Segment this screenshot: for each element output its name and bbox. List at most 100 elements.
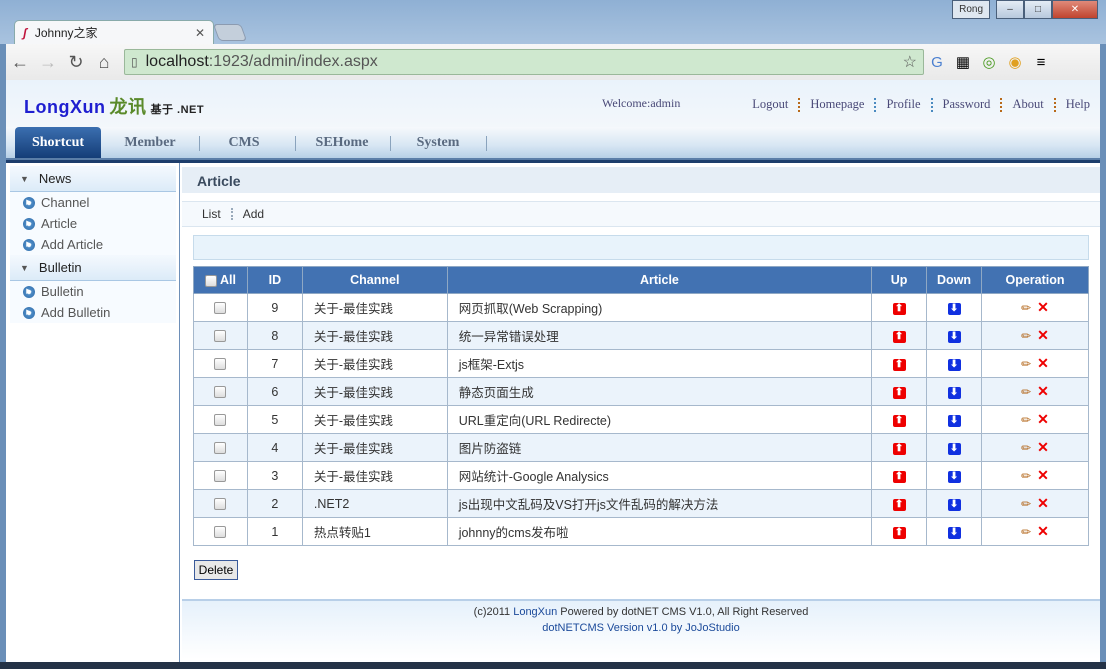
delete-x-icon[interactable]: ✕ [1037, 327, 1049, 343]
move-down-icon[interactable]: ⬇ [947, 303, 961, 315]
row-article[interactable]: 静态页面生成 [446, 377, 873, 406]
row-checkbox[interactable] [214, 442, 227, 455]
move-up-icon[interactable]: ⬆ [892, 387, 906, 399]
row-article[interactable]: URL重定向(URL Redirecte) [446, 405, 873, 434]
move-up-icon[interactable]: ⬆ [892, 331, 906, 343]
row-checkbox[interactable] [214, 386, 227, 399]
close-tab-icon[interactable]: ✕ [195, 26, 205, 40]
row-checkbox[interactable] [214, 414, 227, 427]
sidebar-item-article[interactable]: ▶ Article [10, 213, 176, 234]
move-down-icon[interactable]: ⬇ [947, 359, 961, 371]
home-icon[interactable]: ⌂ [90, 52, 118, 73]
forward-icon[interactable]: → [34, 52, 62, 73]
nav-tab-member[interactable]: Member [106, 127, 194, 158]
help-link[interactable]: Help [1056, 97, 1090, 112]
delete-x-icon[interactable]: ✕ [1037, 355, 1049, 371]
password-link[interactable]: Password [933, 97, 1001, 112]
new-tab-button[interactable] [212, 24, 248, 41]
row-operation: ✏ ✕ [981, 461, 1089, 490]
row-article[interactable]: js框架-Extjs [446, 349, 873, 378]
row-checkbox[interactable] [214, 358, 227, 371]
delete-x-icon[interactable]: ✕ [1037, 467, 1049, 483]
edit-pencil-icon[interactable]: ✏ [1021, 329, 1031, 343]
row-article[interactable]: 统一异常错误处理 [446, 321, 873, 350]
list-link[interactable]: List [202, 207, 221, 221]
row-checkbox[interactable] [214, 330, 227, 343]
menu-icon[interactable]: ≡ [1028, 54, 1054, 71]
delete-x-icon[interactable]: ✕ [1037, 299, 1049, 315]
extension-icon[interactable]: ◎ [976, 53, 1002, 71]
copyright: (c)2011 LongXun Powered by dotNET CMS V1… [182, 604, 1100, 620]
row-article[interactable]: johnny的cms发布啦 [446, 517, 873, 546]
homepage-link[interactable]: Homepage [800, 97, 874, 112]
maximize-button[interactable]: □ [1024, 0, 1052, 19]
row-checkbox[interactable] [214, 302, 227, 315]
about-link[interactable]: About [1002, 97, 1053, 112]
back-icon[interactable]: ← [6, 52, 34, 73]
nav-tab-system[interactable]: System [390, 127, 486, 158]
edit-pencil-icon[interactable]: ✏ [1021, 385, 1031, 399]
profile-link[interactable]: Profile [876, 97, 930, 112]
sidebar-item-bulletin[interactable]: ▶ Bulletin [10, 281, 176, 302]
select-all-checkbox[interactable] [204, 274, 217, 287]
edit-pencil-icon[interactable]: ✏ [1021, 413, 1031, 427]
move-down-icon[interactable]: ⬇ [947, 387, 961, 399]
bookmark-star-icon[interactable]: ☆ [903, 52, 917, 72]
move-down-icon[interactable]: ⬇ [947, 415, 961, 427]
row-article[interactable]: 网页抓取(Web Scrapping) [446, 293, 873, 322]
edit-pencil-icon[interactable]: ✏ [1021, 469, 1031, 483]
move-down-icon[interactable]: ⬇ [947, 499, 961, 511]
sidebar-group-news[interactable]: ▼ News [10, 166, 176, 192]
col-all: All [219, 273, 236, 287]
translate-icon[interactable]: G [924, 54, 950, 71]
select-all-header[interactable]: All [193, 266, 248, 294]
move-down-icon[interactable]: ⬇ [947, 443, 961, 455]
nav-tab-cms[interactable]: CMS [199, 127, 289, 158]
delete-x-icon[interactable]: ✕ [1037, 495, 1049, 511]
minimize-button[interactable]: – [996, 0, 1024, 19]
move-up-icon[interactable]: ⬆ [892, 527, 906, 539]
move-down-icon[interactable]: ⬇ [947, 331, 961, 343]
delete-x-icon[interactable]: ✕ [1037, 439, 1049, 455]
move-up-icon[interactable]: ⬆ [892, 359, 906, 371]
nav-tab-sehome[interactable]: SEHome [295, 127, 389, 158]
move-up-icon[interactable]: ⬆ [892, 471, 906, 483]
edit-pencil-icon[interactable]: ✏ [1021, 357, 1031, 371]
row-article[interactable]: 图片防盗链 [446, 433, 873, 462]
move-up-icon[interactable]: ⬆ [892, 415, 906, 427]
add-link[interactable]: Add [243, 207, 264, 221]
qr-code-icon[interactable]: ▦ [950, 53, 976, 71]
top-links: Logout Homepage Profile Password About H… [742, 97, 1090, 112]
sidebar-group-bulletin[interactable]: ▼ Bulletin [10, 255, 176, 281]
edit-pencil-icon[interactable]: ✏ [1021, 301, 1031, 315]
move-up-icon[interactable]: ⬆ [892, 499, 906, 511]
arrow-circle-icon: ▶ [23, 238, 35, 251]
edit-pencil-icon[interactable]: ✏ [1021, 441, 1031, 455]
logout-link[interactable]: Logout [742, 97, 798, 112]
edit-pencil-icon[interactable]: ✏ [1021, 525, 1031, 539]
browser-tab[interactable]: ʃ Johnny之家 ✕ [14, 20, 214, 44]
delete-button[interactable]: Delete [194, 560, 238, 580]
delete-x-icon[interactable]: ✕ [1037, 411, 1049, 427]
row-checkbox[interactable] [214, 470, 227, 483]
sidebar-item-add-bulletin[interactable]: ▶ Add Bulletin [10, 302, 176, 323]
copyright-brand: LongXun [513, 606, 558, 618]
sidebar-item-add-article[interactable]: ▶ Add Article [10, 234, 176, 255]
move-up-icon[interactable]: ⬆ [892, 443, 906, 455]
edit-pencil-icon[interactable]: ✏ [1021, 497, 1031, 511]
close-window-button[interactable]: ✕ [1052, 0, 1098, 19]
chrome-extension-icon[interactable]: ◉ [1002, 53, 1028, 71]
move-down-icon[interactable]: ⬇ [947, 527, 961, 539]
address-bar[interactable]: ▯ localhost:1923/admin/index.aspx ☆ [124, 49, 924, 75]
nav-tab-shortcut[interactable]: Shortcut [15, 127, 101, 160]
row-checkbox[interactable] [214, 498, 227, 511]
row-article[interactable]: js出现中文乱码及VS打开js文件乱码的解决方法 [446, 489, 873, 518]
delete-x-icon[interactable]: ✕ [1037, 383, 1049, 399]
sidebar-item-channel[interactable]: ▶ Channel [10, 192, 176, 213]
move-down-icon[interactable]: ⬇ [947, 471, 961, 483]
delete-x-icon[interactable]: ✕ [1037, 523, 1049, 539]
move-up-icon[interactable]: ⬆ [892, 303, 906, 315]
row-checkbox[interactable] [214, 526, 227, 539]
reload-icon[interactable]: ↻ [62, 52, 90, 73]
row-article[interactable]: 网站统计-Google Analysics [446, 461, 873, 490]
